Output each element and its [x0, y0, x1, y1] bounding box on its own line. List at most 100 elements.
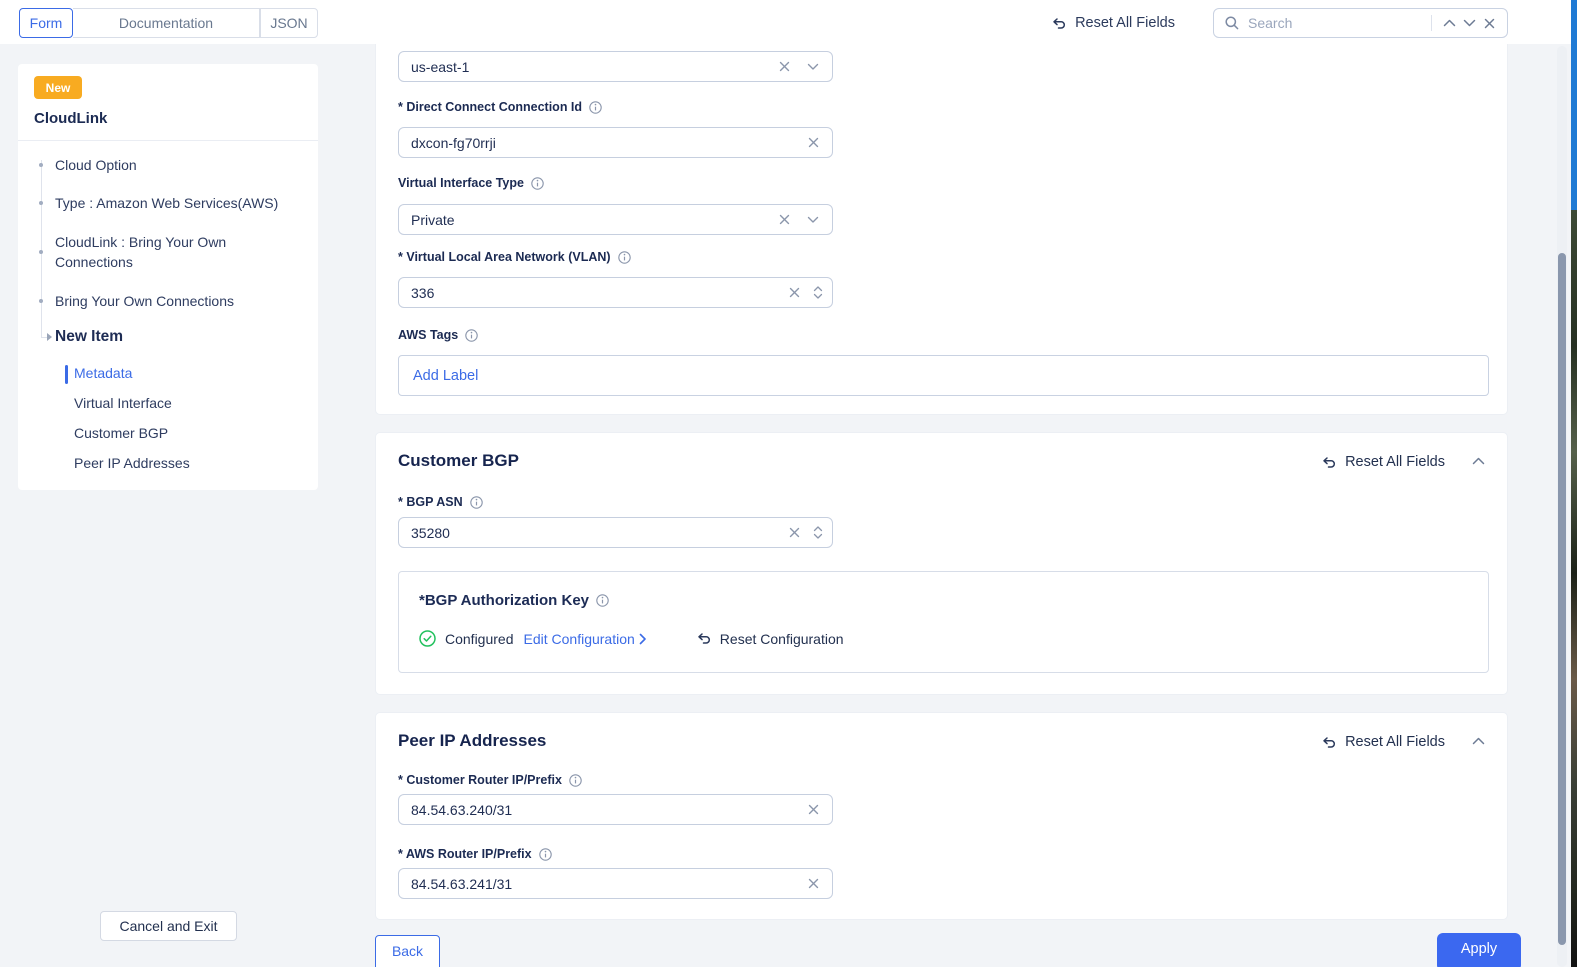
cancel-and-exit-button[interactable]: Cancel and Exit	[100, 911, 237, 941]
screen-edge-strip	[1571, 0, 1577, 210]
number-stepper[interactable]	[813, 286, 823, 299]
customer-router-label: * Customer Router IP/Prefix	[398, 773, 582, 787]
check-circle-icon	[419, 630, 436, 647]
reset-icon	[1320, 735, 1337, 750]
sidebar-panel: New CloudLink Cloud Option Type : Amazon…	[18, 64, 318, 490]
tree-caret-icon	[47, 333, 52, 341]
bgp-auth-key-label: *BGP Authorization Key	[419, 592, 609, 609]
reset-all-fields-button[interactable]: Reset All Fields	[1050, 15, 1175, 31]
tree-connector-line	[41, 160, 42, 338]
tree-bullet	[39, 299, 43, 303]
edit-configuration-link[interactable]: Edit Configuration	[524, 631, 647, 647]
sidebar-item-virtual-interface[interactable]: Virtual Interface	[74, 395, 294, 411]
bgp-asn-field	[398, 517, 833, 548]
collapse-section-button[interactable]	[1472, 737, 1485, 745]
vif-type-select[interactable]: Private	[398, 204, 833, 235]
chevron-down-icon[interactable]	[803, 57, 823, 77]
clear-icon[interactable]	[803, 874, 823, 894]
aws-router-input[interactable]	[411, 876, 803, 892]
new-badge: New	[34, 76, 82, 99]
tab-json[interactable]: JSON	[260, 8, 318, 38]
tree-item-bring-your-own-connections[interactable]: Bring Your Own Connections	[55, 291, 305, 311]
peer-ip-section-card: Peer IP Addresses Reset All Fields * Cus…	[375, 712, 1508, 920]
sidebar-item-metadata[interactable]: Metadata	[74, 365, 294, 381]
back-button[interactable]: Back	[375, 935, 440, 967]
view-tabs: Form Documentation JSON	[19, 8, 318, 38]
aws-tags-label: AWS Tags	[398, 328, 478, 342]
number-stepper[interactable]	[813, 526, 823, 539]
reset-all-fields-label: Reset All Fields	[1075, 15, 1175, 31]
tree-bullet	[39, 163, 43, 167]
clear-icon[interactable]	[803, 133, 823, 153]
info-icon[interactable]	[465, 329, 478, 342]
customer-bgp-reset-button[interactable]: Reset All Fields	[1320, 454, 1445, 470]
configured-status: Configured	[445, 631, 514, 647]
clear-icon[interactable]	[784, 523, 804, 543]
vif-type-value: Private	[411, 212, 774, 228]
reset-icon	[1320, 455, 1337, 470]
sidebar-divider	[18, 140, 318, 141]
customer-bgp-title: Customer BGP	[398, 451, 519, 471]
connection-id-input[interactable]	[411, 135, 803, 151]
collapse-section-button[interactable]	[1472, 457, 1485, 465]
tree-item-new-item[interactable]: New Item	[55, 328, 123, 346]
customer-router-input[interactable]	[411, 802, 803, 818]
clear-icon[interactable]	[774, 57, 794, 77]
reset-configuration-button[interactable]: Reset Configuration	[695, 631, 844, 647]
cloudlink-form-page: Form Documentation JSON Reset All Fields	[0, 0, 1577, 967]
tree-item-cloud-option[interactable]: Cloud Option	[55, 155, 305, 175]
customer-router-field	[398, 794, 833, 825]
info-icon[interactable]	[539, 848, 552, 861]
sidebar-item-peer-ip-addresses[interactable]: Peer IP Addresses	[74, 455, 294, 471]
chevron-down-icon[interactable]	[803, 210, 823, 230]
topbar: Form Documentation JSON Reset All Fields	[0, 0, 1577, 44]
apply-button[interactable]: Apply	[1437, 933, 1521, 967]
reset-icon	[695, 631, 712, 646]
search-box	[1213, 8, 1508, 38]
topbar-right: Reset All Fields	[1050, 8, 1508, 38]
peer-ip-title: Peer IP Addresses	[398, 731, 546, 751]
search-icon	[1224, 15, 1240, 31]
bgp-auth-key-status-row: Configured Edit Configuration Reset Conf…	[419, 630, 844, 647]
info-icon[interactable]	[531, 177, 544, 190]
metadata-section-card: us-east-1 * Direct Connect Connection Id…	[375, 44, 1508, 415]
search-divider	[1431, 15, 1432, 31]
aws-router-field	[398, 868, 833, 899]
tab-documentation[interactable]: Documentation	[73, 8, 260, 38]
vlan-field	[398, 277, 833, 308]
tree-bullet	[39, 201, 43, 205]
peer-ip-reset-button[interactable]: Reset All Fields	[1320, 734, 1445, 750]
search-prev-button[interactable]	[1439, 13, 1459, 33]
reset-icon	[1050, 16, 1067, 31]
bgp-auth-key-card: *BGP Authorization Key Configured Edit C…	[398, 571, 1489, 673]
tab-form[interactable]: Form	[19, 8, 73, 38]
region-select[interactable]: us-east-1	[398, 51, 833, 82]
tree-item-type-aws[interactable]: Type : Amazon Web Services(AWS)	[55, 193, 305, 213]
tree-bullet	[39, 250, 43, 254]
scrollbar-thumb[interactable]	[1558, 253, 1566, 945]
sidebar-title: CloudLink	[34, 110, 107, 127]
connection-id-label: * Direct Connect Connection Id	[398, 100, 602, 114]
customer-bgp-section-card: Customer BGP Reset All Fields * BGP ASN	[375, 432, 1508, 695]
clear-icon[interactable]	[803, 800, 823, 820]
search-input[interactable]	[1248, 15, 1424, 31]
vlan-label: * Virtual Local Area Network (VLAN)	[398, 250, 631, 264]
region-select-value: us-east-1	[411, 59, 774, 75]
vlan-input[interactable]	[411, 285, 784, 301]
bgp-asn-input[interactable]	[411, 525, 784, 541]
info-icon[interactable]	[618, 251, 631, 264]
info-icon[interactable]	[596, 594, 609, 607]
clear-icon[interactable]	[774, 210, 794, 230]
sidebar-item-customer-bgp[interactable]: Customer BGP	[74, 425, 294, 441]
search-next-button[interactable]	[1459, 13, 1479, 33]
add-label-button[interactable]: Add Label	[413, 368, 478, 384]
chevron-right-icon	[639, 633, 647, 645]
info-icon[interactable]	[569, 774, 582, 787]
screen-edge-strip	[1571, 210, 1577, 967]
clear-icon[interactable]	[784, 283, 804, 303]
aws-tags-box: Add Label	[398, 355, 1489, 396]
info-icon[interactable]	[589, 101, 602, 114]
tree-item-cloudlink-byoc[interactable]: CloudLink : Bring Your Own Connections	[55, 232, 255, 272]
info-icon[interactable]	[470, 496, 483, 509]
search-close-button[interactable]	[1479, 13, 1499, 33]
